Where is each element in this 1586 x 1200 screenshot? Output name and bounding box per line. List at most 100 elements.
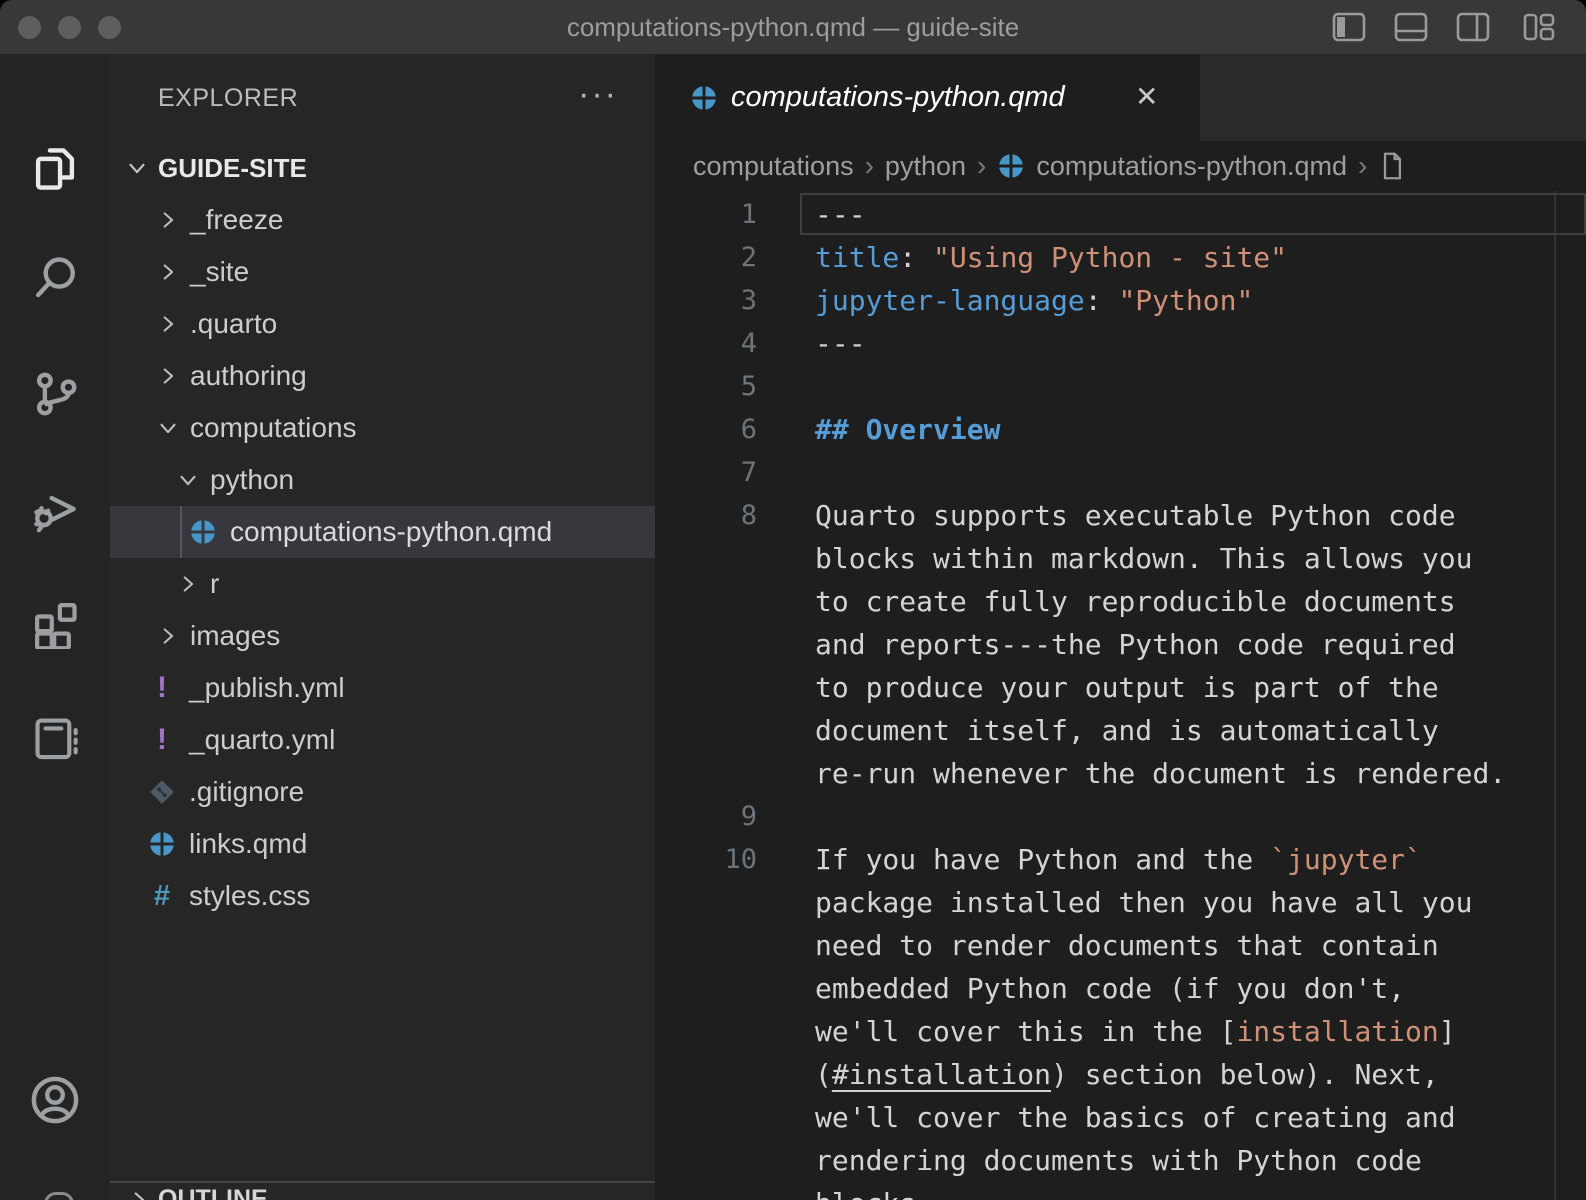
tree-item-images[interactable]: images [110,610,655,662]
code-line-content[interactable]: --- [815,327,866,360]
activity-bar [0,54,110,1200]
breadcrumb: computations › python › computations-python.… [655,141,1586,191]
tab-computations-python-qmd[interactable]: computations-python.qmd ✕ [655,54,1200,141]
code-line-content[interactable]: we'll cover this in the [installation] [815,1015,1456,1048]
code-area: 1---2title: "Using Python - site"3jupyte… [655,193,1586,1200]
chevron-right-icon [126,1187,152,1200]
code-line: 10If you have Python and the `jupyter` [655,838,1586,881]
tree-item-label: _publish.yml [189,672,345,704]
tree-item-quarto-yml[interactable]: !_quarto.yml [110,714,655,766]
outline-label: OUTLINE [158,1185,268,1200]
code-line-content[interactable]: document itself, and is automatically [815,714,1439,747]
explorer-sidebar: EXPLORER ··· GUIDE-SITE _freeze _site .qua… [110,54,655,1200]
layout-sidebar-right-icon[interactable] [1455,12,1491,42]
search-icon[interactable] [28,252,82,306]
tree-item-computations-python-qmd[interactable]: computations-python.qmd [110,506,655,558]
tree-item-label: .gitignore [189,776,304,808]
run-debug-icon[interactable] [28,482,82,536]
line-number: 3 [655,285,800,316]
code-line-content[interactable]: re-run whenever the document is rendered… [815,757,1506,790]
tab-label: computations-python.qmd [731,54,1065,141]
tree-item-label: computations-python.qmd [230,516,552,548]
code-line-content[interactable]: blocks within markdown. This allows you [815,542,1472,575]
tree-item-gitignore[interactable]: .gitignore [110,766,655,818]
code-line: package installed then you have all you [655,881,1586,924]
tree-item-authoring[interactable]: authoring [110,350,655,402]
code-line-content[interactable]: embedded Python code (if you don't, [815,972,1405,1005]
code-line: 7 [655,451,1586,494]
line-number: 5 [655,371,800,402]
code-line-content[interactable]: need to render documents that contain [815,929,1439,962]
tree-item-links-qmd[interactable]: links.qmd [110,818,655,870]
code-line-content[interactable]: blocks [815,1187,916,1200]
tree-item-label: r [210,568,219,600]
breadcrumb-item[interactable]: python [885,151,966,182]
chevron-right-icon [154,258,182,286]
notebook-icon[interactable] [28,712,82,766]
chevron-right-icon [154,206,182,234]
code-line-content[interactable]: title: "Using Python - site" [815,241,1287,274]
tree-item-freeze[interactable]: _freeze [110,194,655,246]
settings-gear-icon[interactable] [44,1192,74,1200]
code-line: re-run whenever the document is rendered… [655,752,1586,795]
code-line-content[interactable]: ## Overview [815,413,1000,446]
code-line: rendering documents with Python code [655,1139,1586,1182]
quarto-icon [188,517,218,547]
files-icon[interactable] [28,142,82,196]
file-tree: _freeze_site.quartoauthoringcomputations… [110,194,655,922]
layout-customize-icon[interactable] [1521,12,1557,42]
tree-item-site[interactable]: _site [110,246,655,298]
indent-guide [180,506,182,558]
code-line-content[interactable]: (#installation) section below). Next, [815,1058,1439,1091]
tree-item-r[interactable]: r [110,558,655,610]
breadcrumb-separator: › [1358,150,1367,182]
code-line-content[interactable]: rendering documents with Python code [815,1144,1422,1177]
code-line-content[interactable]: to create fully reproducible documents [815,585,1456,618]
tab-close-button[interactable]: ✕ [1135,54,1158,141]
breadcrumb-separator: › [865,150,874,182]
tree-item-label: images [190,620,280,652]
code-line: 3 jupyter-language: "Python" [655,279,1586,322]
account-icon[interactable] [28,1073,82,1127]
css-icon: # [147,881,177,911]
tree-item-styles-css[interactable]: #styles.css [110,870,655,922]
layout-sidebar-left-icon[interactable] [1331,12,1367,42]
chevron-down-icon [124,155,150,186]
tree-item-python[interactable]: python [110,454,655,506]
code-line-content[interactable]: Quarto supports executable Python code [815,499,1456,532]
source-control-icon[interactable] [28,367,82,421]
code-line: to produce your output is part of the [655,666,1586,709]
tree-item-label: _site [190,256,249,288]
outline-section-header[interactable]: OUTLINE [110,1183,655,1200]
workspace-root-row[interactable]: GUIDE-SITE [110,142,655,194]
explorer-header: EXPLORER ··· [110,54,655,142]
chevron-right-icon [154,310,182,338]
code-line-content[interactable]: If you have Python and the `jupyter` [815,843,1422,876]
code-line-content[interactable]: --- [815,198,866,231]
code-line-content[interactable]: and reports---the Python code required [815,628,1456,661]
tree-item-publish-yml[interactable]: !_publish.yml [110,662,655,714]
breadcrumb-separator: › [977,150,986,182]
vscode-window: computations-python.qmd — guide-site EXP… [0,0,1586,1200]
chevron-down-icon [174,466,202,494]
code-line: blocks [655,1182,1586,1200]
tree-item-label: .quarto [190,308,277,340]
code-line-content[interactable]: to produce your output is part of the [815,671,1439,704]
chevron-right-icon [154,622,182,650]
extensions-icon[interactable] [28,597,82,651]
quarto-icon [690,84,717,111]
tree-item-computations[interactable]: computations [110,402,655,454]
tree-item-label: _freeze [190,204,283,236]
code-line: document itself, and is automatically [655,709,1586,752]
code-line-content[interactable]: we'll cover the basics of creating and [815,1101,1456,1134]
tree-item-quarto[interactable]: .quarto [110,298,655,350]
workspace-root-label: GUIDE-SITE [158,142,307,194]
code-line: we'll cover this in the [installation] [655,1010,1586,1053]
code-line-content[interactable]: package installed then you have all you [815,886,1472,919]
code-line-content[interactable]: jupyter-language: "Python" [815,284,1253,317]
tree-item-label: links.qmd [189,828,307,860]
layout-panel-icon[interactable] [1393,12,1429,42]
explorer-more-button[interactable]: ··· [578,54,618,142]
breadcrumb-item[interactable]: computations [693,151,854,182]
breadcrumb-item[interactable]: computations-python.qmd [1036,151,1347,182]
